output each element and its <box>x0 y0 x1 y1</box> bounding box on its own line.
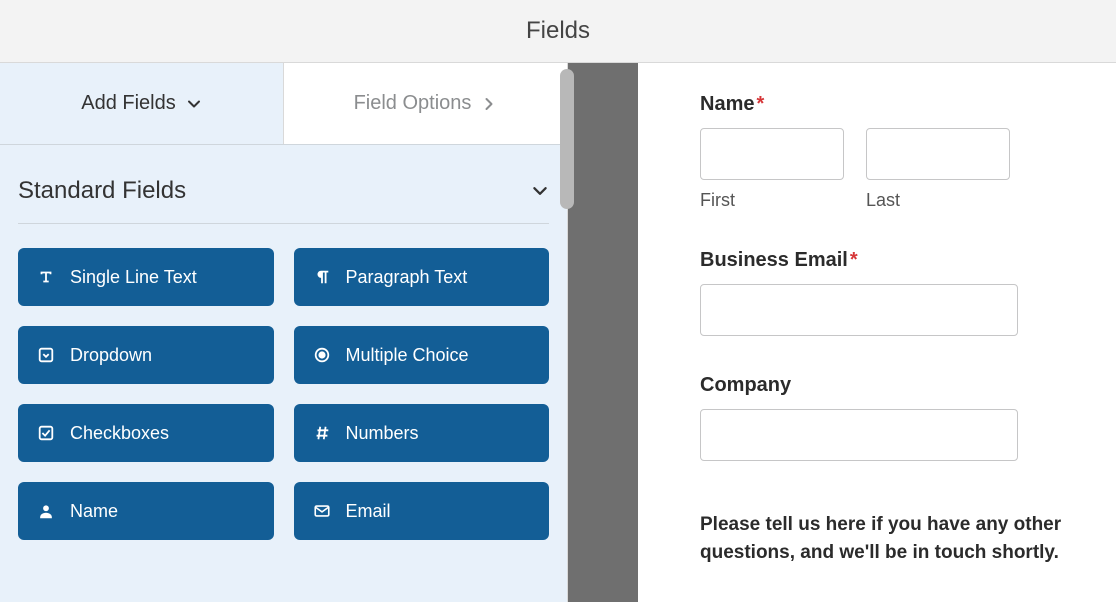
chevron-down-icon <box>186 96 202 112</box>
field-label: Multiple Choice <box>346 345 469 366</box>
company-field-group: Company <box>700 374 1074 461</box>
left-panel: Add Fields Field Options Standard Fields <box>0 63 568 602</box>
first-name-input[interactable] <box>700 128 844 180</box>
field-label: Paragraph Text <box>346 267 468 288</box>
main: Add Fields Field Options Standard Fields <box>0 63 1116 602</box>
name-label: Name* <box>700 93 1074 116</box>
field-label: Numbers <box>346 423 419 444</box>
check-square-icon <box>36 424 56 442</box>
envelope-icon <box>312 502 332 520</box>
standard-fields-section: Standard Fields Single Line Text Para <box>0 145 567 540</box>
form-preview: Name* First Last Business Email* Company <box>638 63 1116 602</box>
field-label: Email <box>346 501 391 522</box>
email-input[interactable] <box>700 284 1018 336</box>
chevron-down-icon <box>531 182 549 200</box>
tab-add-fields-label: Add Fields <box>81 92 176 115</box>
field-multiple-choice[interactable]: Multiple Choice <box>294 326 550 384</box>
name-row: First Last <box>700 128 1074 211</box>
field-grid: Single Line Text Paragraph Text Dropdown <box>18 248 549 540</box>
field-label: Single Line Text <box>70 267 197 288</box>
field-label: Dropdown <box>70 345 152 366</box>
scrollbar-thumb[interactable] <box>560 69 574 209</box>
radio-icon <box>312 346 332 364</box>
section-header[interactable]: Standard Fields <box>18 167 549 224</box>
first-sublabel: First <box>700 190 844 211</box>
last-name-input[interactable] <box>866 128 1010 180</box>
field-dropdown[interactable]: Dropdown <box>18 326 274 384</box>
field-email[interactable]: Email <box>294 482 550 540</box>
hash-icon <box>312 424 332 442</box>
name-field-group: Name* First Last <box>700 93 1074 211</box>
chevron-right-icon <box>481 96 497 112</box>
divider-gutter <box>568 63 638 602</box>
field-label: Checkboxes <box>70 423 169 444</box>
tab-field-options-label: Field Options <box>354 92 472 115</box>
tab-field-options[interactable]: Field Options <box>283 63 567 144</box>
section-title: Standard Fields <box>18 177 186 205</box>
last-name-col: Last <box>866 128 1010 211</box>
email-label: Business Email* <box>700 249 1074 272</box>
header: Fields <box>0 0 1116 63</box>
paragraph-icon <box>312 268 332 286</box>
field-single-line-text[interactable]: Single Line Text <box>18 248 274 306</box>
field-paragraph-text[interactable]: Paragraph Text <box>294 248 550 306</box>
page-title: Fields <box>526 17 590 45</box>
tabs: Add Fields Field Options <box>0 63 567 145</box>
company-input[interactable] <box>700 409 1018 461</box>
field-label: Name <box>70 501 118 522</box>
last-sublabel: Last <box>866 190 1010 211</box>
email-field-group: Business Email* <box>700 249 1074 336</box>
tab-add-fields[interactable]: Add Fields <box>0 63 283 144</box>
field-numbers[interactable]: Numbers <box>294 404 550 462</box>
company-label: Company <box>700 374 1074 397</box>
required-asterisk: * <box>756 93 764 115</box>
caret-square-icon <box>36 346 56 364</box>
field-name[interactable]: Name <box>18 482 274 540</box>
footer-text: Please tell us here if you have any othe… <box>700 511 1074 566</box>
required-asterisk: * <box>850 249 858 271</box>
email-label-text: Business Email <box>700 249 848 271</box>
user-icon <box>36 502 56 520</box>
first-name-col: First <box>700 128 844 211</box>
field-checkboxes[interactable]: Checkboxes <box>18 404 274 462</box>
text-cursor-icon <box>36 268 56 286</box>
name-label-text: Name <box>700 93 754 115</box>
